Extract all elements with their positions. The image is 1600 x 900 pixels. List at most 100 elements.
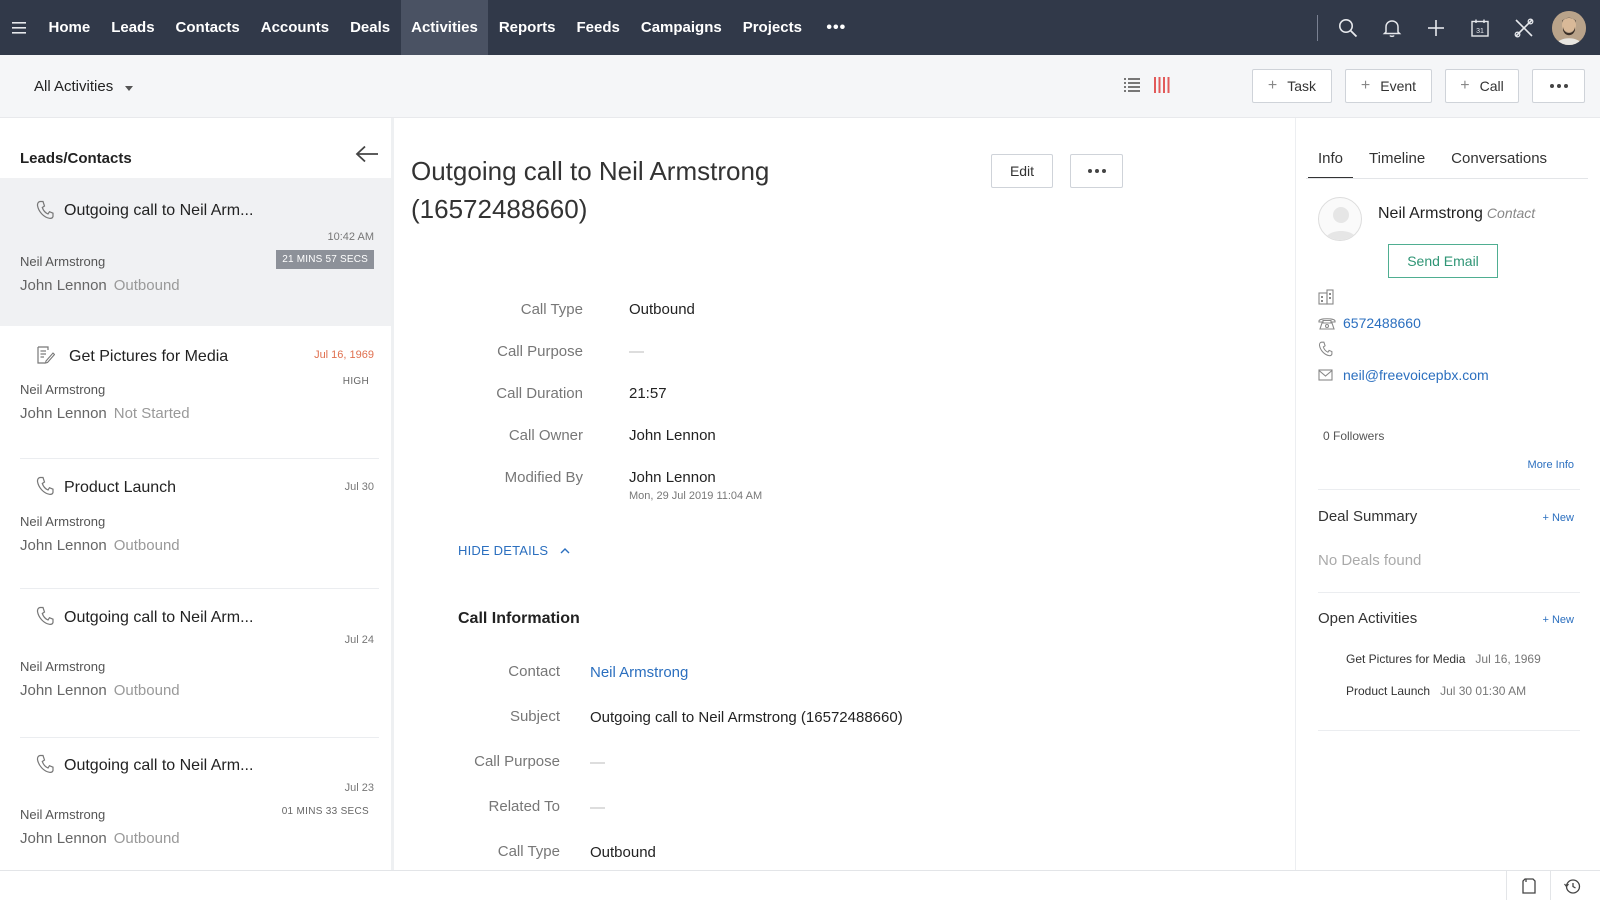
kanban-view-icon[interactable] (1154, 77, 1170, 98)
new-activity-link[interactable]: + New (1543, 614, 1575, 626)
nav-item-campaigns[interactable]: Campaigns (630, 0, 732, 55)
menu-icon[interactable] (0, 0, 38, 55)
more-icon (1549, 84, 1568, 88)
filter-label: All Activities (34, 78, 114, 95)
nav-more-button[interactable]: ••• (812, 19, 860, 37)
no-deals-message: No Deals found (1318, 552, 1422, 569)
list-view-icon[interactable] (1124, 77, 1140, 98)
field-value-call-purpose[interactable]: — (629, 343, 644, 360)
more-icon (1087, 169, 1106, 173)
phone-icon (36, 200, 54, 225)
search-icon[interactable] (1326, 0, 1370, 55)
duration-badge: 21 MINS 57 SECS (276, 250, 374, 269)
activity-time: 10:42 AM (327, 231, 374, 243)
calendar-icon[interactable]: 31 (1458, 0, 1502, 55)
activity-owner: John Lennon (20, 682, 107, 699)
toolbar-more-button[interactable] (1532, 69, 1585, 103)
field-value-call-purpose[interactable]: — (590, 754, 605, 771)
open-activity-item[interactable]: Get Pictures for Media Jul 16, 1969 (1346, 652, 1541, 666)
arrow-left-icon[interactable] (355, 145, 379, 168)
activity-detail-panel: Outgoing call to Neil Armstrong (1657248… (397, 118, 1295, 870)
activity-status: Outbound (113, 830, 180, 847)
top-navigation-bar: Home Leads Contacts Accounts Deals Activ… (0, 0, 1600, 55)
new-event-button[interactable]: + Event (1345, 69, 1432, 103)
nav-divider (1317, 14, 1318, 41)
contact-phone-link[interactable]: 6572488660 (1343, 315, 1421, 331)
activity-status: Outbound (113, 682, 180, 699)
field-value-contact-link[interactable]: Neil Armstrong (590, 664, 688, 681)
plus-icon: + (1460, 77, 1470, 94)
deal-summary-title: Deal Summary (1318, 508, 1418, 525)
new-task-button[interactable]: + Task (1252, 69, 1332, 103)
nav-item-accounts[interactable]: Accounts (250, 0, 339, 55)
contact-email-link[interactable]: neil@freevoicepbx.com (1343, 367, 1489, 383)
section-divider (1318, 730, 1580, 731)
activity-list-item[interactable]: Get Pictures for Media Jul 16, 1969 HIGH… (0, 326, 391, 452)
field-label-call-type: Call Type (497, 843, 560, 860)
history-icon[interactable] (1550, 871, 1594, 900)
activity-list-item[interactable]: Outgoing call to Neil Arm... 10:42 AM 21… (0, 178, 391, 326)
page-toolbar: All Activities + Task + Event + Call (0, 55, 1600, 118)
nav-item-feeds[interactable]: Feeds (566, 0, 630, 55)
task-icon (35, 345, 56, 370)
activity-list-item[interactable]: Outgoing call to Neil Arm... Jul 24 Neil… (0, 589, 391, 729)
detail-more-button[interactable] (1070, 154, 1123, 188)
open-activity-title: Product Launch (1346, 684, 1431, 698)
activity-related-person: Neil Armstrong (20, 382, 106, 397)
phone-row: 6572488660 (1318, 315, 1421, 331)
plus-icon[interactable] (1414, 0, 1458, 55)
send-email-button[interactable]: Send Email (1388, 244, 1498, 278)
event-button-label: Event (1380, 78, 1417, 94)
activity-list-item[interactable]: Outgoing call to Neil Arm... Jul 23 01 M… (0, 738, 391, 870)
new-deal-link[interactable]: + New (1543, 512, 1575, 524)
followers-count[interactable]: 0 Followers (1323, 429, 1384, 443)
nav-item-leads[interactable]: Leads (101, 0, 165, 55)
field-value-call-type[interactable]: Outbound (629, 301, 695, 318)
activity-owner-line: John Lennon Outbound (20, 830, 180, 847)
tab-conversations[interactable]: Conversations (1441, 144, 1557, 179)
activity-owner: John Lennon (20, 830, 107, 847)
hide-details-label: HIDE DETAILS (458, 543, 549, 558)
field-value-subject[interactable]: Outgoing call to Neil Armstrong (1657248… (590, 709, 903, 726)
chevron-up-icon (560, 547, 570, 554)
bell-icon[interactable] (1370, 0, 1414, 55)
calendar-day-number: 31 (1476, 28, 1484, 35)
tab-timeline[interactable]: Timeline (1359, 144, 1435, 179)
nav-item-reports[interactable]: Reports (488, 0, 566, 55)
activity-owner-line: John Lennon Not Started (20, 405, 190, 422)
nav-item-activities[interactable]: Activities (400, 0, 489, 55)
hide-details-toggle[interactable]: HIDE DETAILS (458, 543, 570, 558)
activity-status: Not Started (113, 405, 190, 422)
activity-list-item[interactable]: Product Launch Jul 30 Neil Armstrong Joh… (0, 459, 391, 585)
contact-name-line: Neil Armstrong Contact (1378, 205, 1535, 223)
notes-icon[interactable] (1506, 871, 1550, 900)
new-call-button[interactable]: + Call (1445, 69, 1519, 103)
nav-item-deals[interactable]: Deals (340, 0, 401, 55)
activity-owner: John Lennon (20, 405, 107, 422)
contact-name[interactable]: Neil Armstrong (1378, 205, 1483, 222)
field-label-call-duration: Call Duration (496, 385, 583, 402)
field-value-related-to[interactable]: — (590, 799, 605, 816)
field-value-modified-by: John Lennon (629, 469, 716, 486)
activities-filter-dropdown[interactable]: All Activities (34, 78, 134, 95)
activity-owner: John Lennon (20, 537, 107, 554)
field-value-call-owner[interactable]: John Lennon (629, 427, 716, 444)
mail-icon (1318, 369, 1338, 381)
user-avatar[interactable] (1552, 10, 1586, 45)
field-value-call-type[interactable]: Outbound (590, 844, 656, 861)
field-label-subject: Subject (509, 708, 560, 725)
open-activity-item[interactable]: Product Launch Jul 30 01:30 AM (1346, 684, 1526, 698)
field-value-call-duration[interactable]: 21:57 (629, 385, 667, 402)
more-info-link[interactable]: More Info (1528, 459, 1574, 471)
edit-button[interactable]: Edit (991, 154, 1053, 188)
tab-info[interactable]: Info (1308, 144, 1354, 179)
activity-detail-title: Outgoing call to Neil Armstrong (1657248… (411, 156, 770, 224)
tools-icon[interactable] (1502, 0, 1546, 55)
call-button-label: Call (1479, 78, 1504, 94)
nav-item-home[interactable]: Home (38, 0, 101, 55)
bottom-bar (0, 870, 1600, 900)
nav-item-projects[interactable]: Projects (732, 0, 812, 55)
nav-item-contacts[interactable]: Contacts (165, 0, 250, 55)
activity-due-date: Jul 16, 1969 (314, 349, 374, 361)
activity-title: Outgoing call to Neil Arm... (64, 202, 254, 219)
